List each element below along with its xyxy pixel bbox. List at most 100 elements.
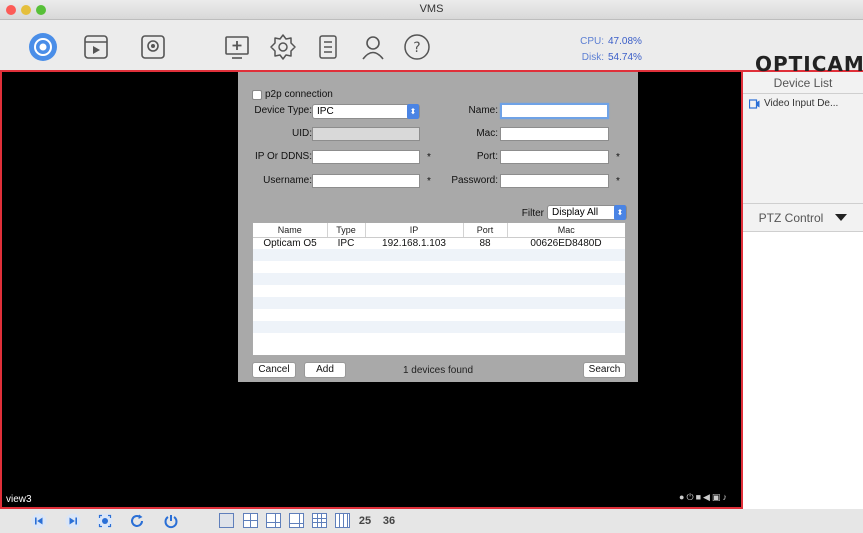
window-title: VMS <box>419 3 444 15</box>
user-icon <box>362 36 384 60</box>
empty-row <box>253 249 625 261</box>
help-icon: ? <box>404 34 430 60</box>
col-type[interactable]: Type <box>327 223 366 238</box>
layout-36-button[interactable]: 36 <box>380 512 398 529</box>
ip-required-mark: * <box>427 152 431 163</box>
view-label: view3 <box>6 494 32 505</box>
cell-mac: 00626ED8480D <box>530 237 602 249</box>
uid-label: UID: <box>292 128 312 139</box>
filter-label: Filter <box>521 208 544 219</box>
refresh-button[interactable] <box>128 512 146 530</box>
empty-row <box>253 285 625 297</box>
cpu-label: CPU: <box>580 36 604 47</box>
layout-25-button[interactable]: 25 <box>356 512 374 529</box>
empty-row <box>253 321 625 333</box>
empty-row <box>253 309 625 321</box>
p2p-checkbox[interactable] <box>252 90 262 100</box>
empty-row <box>253 297 625 309</box>
cell-type: IPC <box>337 237 355 249</box>
layout-16-button[interactable] <box>335 513 350 528</box>
playback-icon <box>84 35 108 59</box>
ptz-title: PTZ Control <box>758 210 824 225</box>
previous-button[interactable] <box>30 512 48 530</box>
mac-label: Mac: <box>476 128 498 139</box>
col-ip[interactable]: IP <box>365 223 464 238</box>
select-arrow-icon: ⬍ <box>407 104 419 119</box>
fullscreen-button[interactable] <box>96 512 114 530</box>
empty-row <box>253 273 625 285</box>
port-input[interactable] <box>500 150 609 164</box>
live-view-icon <box>29 33 57 61</box>
device-list-item[interactable]: Video Input De... <box>743 94 863 113</box>
device-table[interactable]: Name Type IP Port Mac Opticam O5 IPC 192… <box>252 222 626 356</box>
empty-row <box>253 261 625 273</box>
ip-label: IP Or DDNS: <box>254 151 312 162</box>
layout-8-button[interactable] <box>289 513 304 528</box>
next-button[interactable] <box>64 512 82 530</box>
ptz-panel-body <box>743 232 863 532</box>
username-input[interactable] <box>312 174 420 188</box>
table-row[interactable]: Opticam O5 IPC 192.168.1.103 88 00626ED8… <box>253 237 625 249</box>
username-required-mark: * <box>427 176 431 187</box>
svg-text:?: ? <box>413 40 420 56</box>
right-panel: Device List Video Input De... PTZ Contro… <box>743 72 863 533</box>
device-list-header[interactable]: Device List <box>743 72 863 94</box>
power-button[interactable] <box>162 512 180 530</box>
add-device-icon <box>225 36 249 59</box>
log-icon <box>319 35 337 59</box>
name-input[interactable] <box>500 103 609 119</box>
port-label: Port: <box>476 151 498 162</box>
bottom-control-bar: 25 36 <box>0 509 863 533</box>
layout-1-button[interactable] <box>219 513 234 528</box>
password-required-mark: * <box>616 176 620 187</box>
p2p-label: p2p connection <box>265 89 333 100</box>
password-input[interactable] <box>500 174 609 188</box>
search-button[interactable]: Search <box>583 362 626 378</box>
status-dot-icon: ● <box>679 492 685 502</box>
add-device-button[interactable] <box>220 30 254 64</box>
password-label: Password: <box>451 175 498 186</box>
settings-button[interactable] <box>266 30 300 64</box>
log-button[interactable] <box>311 30 345 64</box>
record-button[interactable] <box>136 30 170 64</box>
layout-6-button[interactable] <box>266 513 281 528</box>
filter-select[interactable]: Display All ⬍ <box>547 205 627 220</box>
col-name[interactable]: Name <box>253 223 328 238</box>
help-button[interactable]: ? <box>400 30 434 64</box>
skip-next-icon <box>65 513 81 529</box>
ip-input[interactable] <box>312 150 420 164</box>
power-icon: ⏻ <box>686 492 694 502</box>
speaker-icon: ◀ <box>703 492 710 502</box>
empty-row <box>253 333 625 345</box>
username-label: Username: <box>263 175 312 186</box>
col-mac[interactable]: Mac <box>507 223 625 238</box>
disk-label: Disk: <box>581 52 604 63</box>
triangle-down-icon <box>835 213 848 221</box>
name-label: Name: <box>468 105 498 116</box>
layout-4-button[interactable] <box>243 513 258 528</box>
mac-input[interactable] <box>500 127 609 141</box>
port-required-mark: * <box>616 152 620 163</box>
device-list: Video Input De... <box>743 94 863 204</box>
col-port[interactable]: Port <box>463 223 508 238</box>
filter-value: Display All <box>552 207 599 218</box>
target-icon <box>97 513 113 529</box>
record-icon <box>141 35 165 59</box>
live-view-button[interactable] <box>26 30 60 64</box>
snapshot-icon: ▣ <box>711 492 721 502</box>
cell-port: 88 <box>479 237 491 249</box>
device-type-select[interactable]: IPC ⬍ <box>312 104 420 119</box>
video-input-icon <box>749 98 760 109</box>
ptz-control-header[interactable]: PTZ Control <box>743 204 863 232</box>
playback-button[interactable] <box>79 30 113 64</box>
main-toolbar: ? CPU: 47.08% Disk: 54.74% OPTICAM <box>0 20 863 76</box>
video-status-icons: ● ⏻ ■ ◀ ▣ ♪ <box>679 492 727 503</box>
uid-input[interactable] <box>312 127 420 141</box>
layout-9-button[interactable] <box>312 513 327 528</box>
skip-previous-icon <box>31 513 47 529</box>
camera-icon: ■ <box>695 492 701 502</box>
user-button[interactable] <box>356 30 390 64</box>
devices-found-text: 1 devices found <box>402 365 474 376</box>
refresh-icon <box>131 514 143 527</box>
disk-value: 54.74% <box>608 52 642 63</box>
